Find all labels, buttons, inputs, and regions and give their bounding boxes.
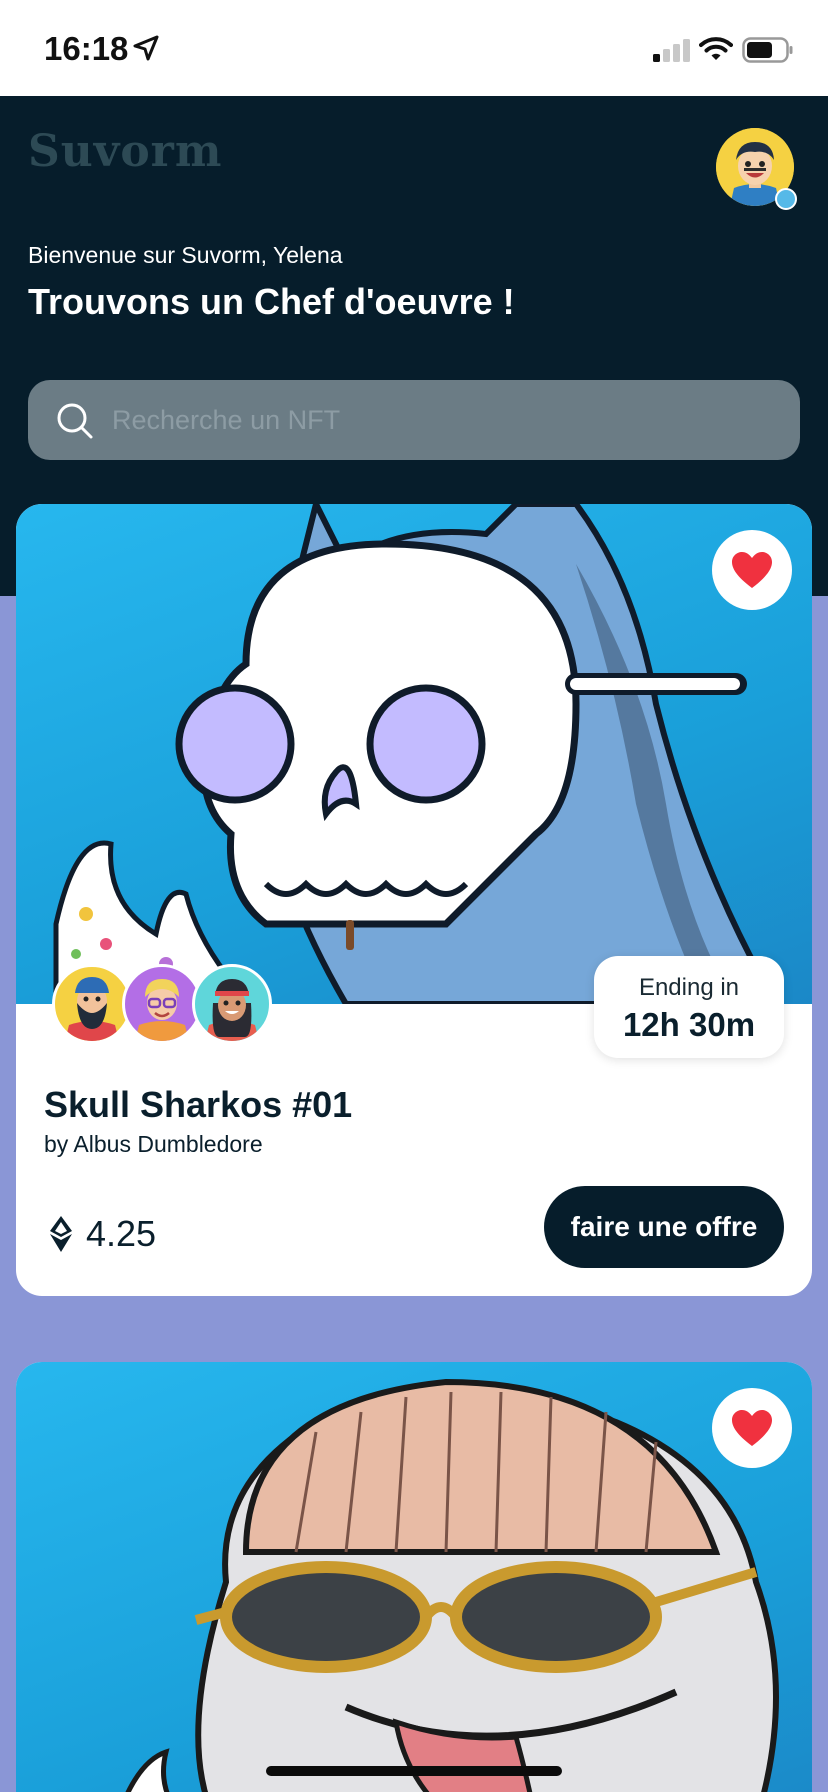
battery-icon bbox=[742, 37, 793, 63]
location-arrow-icon bbox=[133, 35, 159, 61]
timer-label: Ending in bbox=[638, 974, 740, 1001]
timer-value: 12h 30m bbox=[622, 1006, 756, 1043]
nft-card[interactable]: Ending in 12h 30m Skull Sharkos #01 by A… bbox=[16, 504, 812, 1296]
search-icon bbox=[57, 403, 93, 439]
logo-text: Suvorm bbox=[28, 126, 223, 177]
bidder-avatar-headband[interactable] bbox=[192, 964, 272, 1044]
make-offer-button[interactable]: faire une offre bbox=[544, 1186, 784, 1268]
heart-icon bbox=[732, 1410, 772, 1446]
page-title: Trouvons un Chef d'oeuvre ! bbox=[28, 281, 515, 322]
ethereum-icon bbox=[50, 1216, 72, 1252]
favorite-button[interactable] bbox=[712, 1388, 792, 1468]
favorite-button[interactable] bbox=[712, 530, 792, 610]
nft-author: by Albus Dumbledore bbox=[44, 1131, 263, 1157]
auction-timer: Ending in 12h 30m bbox=[594, 956, 784, 1058]
status-time: 16:18 bbox=[44, 30, 129, 67]
heart-icon bbox=[732, 552, 772, 588]
verified-badge-icon bbox=[775, 188, 797, 210]
search-bar[interactable] bbox=[28, 380, 800, 460]
cellular-signal-icon bbox=[653, 39, 690, 62]
bidder-avatar-glasses[interactable] bbox=[122, 964, 202, 1044]
search-input[interactable] bbox=[112, 380, 772, 460]
skull-shark-artwork[interactable] bbox=[16, 504, 812, 1004]
status-bar: 16:18 bbox=[0, 0, 828, 96]
nft-title: Skull Sharkos #01 bbox=[44, 1084, 353, 1125]
bidder-avatar-bearded[interactable] bbox=[52, 964, 132, 1044]
home-indicator[interactable] bbox=[266, 1766, 562, 1776]
bidder-avatars bbox=[52, 964, 282, 1048]
price-value: 4.25 bbox=[86, 1213, 157, 1254]
nft-price: 4.25 bbox=[50, 1204, 156, 1264]
nft-card[interactable] bbox=[16, 1362, 812, 1792]
wifi-icon bbox=[699, 37, 733, 60]
welcome-text: Bienvenue sur Suvorm, Yelena bbox=[28, 242, 343, 268]
bowl-cut-shark-artwork[interactable] bbox=[16, 1362, 812, 1792]
suvorm-logo[interactable]: Suvorm bbox=[28, 126, 222, 177]
